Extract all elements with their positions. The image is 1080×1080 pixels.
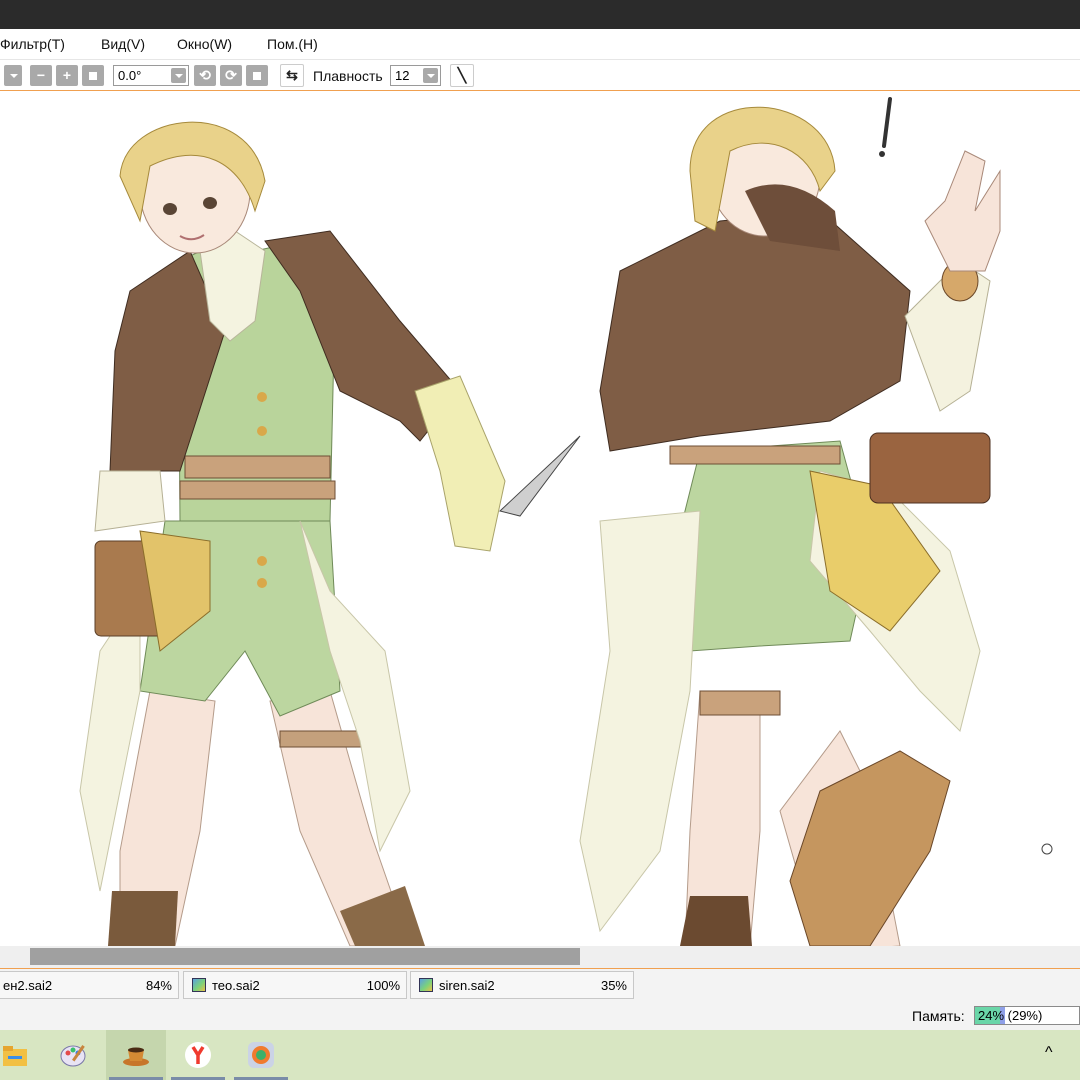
- menu-bar: Фильтр(T) Вид(V) Окно(W) Пом.(H): [0, 29, 1080, 60]
- back-view-figure: [579, 97, 1001, 946]
- document-file-icon: [192, 978, 206, 992]
- menu-help[interactable]: Пом.(H): [267, 36, 318, 52]
- drawing-canvas[interactable]: [0, 91, 1080, 946]
- document-zoom: 100%: [366, 978, 400, 993]
- memory-label: Память:: [912, 1008, 965, 1024]
- taskbar-paint[interactable]: [44, 1030, 104, 1080]
- horizontal-scrollbar-thumb[interactable]: [30, 948, 580, 965]
- document-name: ен2.sai2: [3, 978, 53, 993]
- smoothing-dropdown-icon[interactable]: [423, 68, 438, 83]
- browser-app-icon: [248, 1042, 274, 1068]
- taskbar-browser[interactable]: [231, 1030, 291, 1080]
- paint-palette-icon: [60, 1045, 86, 1067]
- horizontal-scrollbar[interactable]: [0, 946, 1080, 969]
- yandex-browser-icon: [185, 1042, 211, 1068]
- flip-horizontal-button[interactable]: ⇆: [280, 64, 304, 87]
- status-bar: Память: 24% (29%): [0, 1003, 1080, 1030]
- document-tab[interactable]: ен2.sai2 84%: [0, 971, 179, 999]
- sai-coffee-cup-icon: [123, 1047, 149, 1066]
- document-zoom: 35%: [600, 978, 627, 993]
- document-name: тео.sai2: [212, 978, 260, 993]
- rotate-reset-button[interactable]: [246, 65, 268, 86]
- taskbar-file-explorer[interactable]: [0, 1030, 45, 1080]
- document-zoom: 84%: [145, 978, 172, 993]
- document-name: siren.sai2: [439, 978, 495, 993]
- menu-window[interactable]: Окно(W): [177, 36, 232, 52]
- file-explorer-icon: [3, 1046, 27, 1066]
- zoom-out-button[interactable]: −: [30, 65, 52, 86]
- smoothing-value: 12: [395, 68, 410, 83]
- smoothing-field[interactable]: 12: [390, 65, 441, 86]
- memory-meter: 24% (29%): [974, 1006, 1080, 1025]
- document-tab[interactable]: siren.sai2 35%: [410, 971, 634, 999]
- memory-text: 24% (29%): [978, 1008, 1043, 1023]
- document-tab[interactable]: тео.sai2 100%: [183, 971, 407, 999]
- zoom-dropdown-button[interactable]: [4, 65, 22, 86]
- rotation-value: 0.0°: [118, 68, 142, 83]
- brush-cursor-icon: [1041, 843, 1053, 855]
- rotate-ccw-button[interactable]: ⟲: [194, 65, 216, 86]
- document-tabs-bar: ен2.sai2 84% тео.sai2 100% siren.sai2 35…: [0, 969, 1080, 1003]
- menu-filter[interactable]: Фильтр(T): [0, 36, 65, 52]
- character-artwork: [79, 97, 1053, 946]
- rotation-field[interactable]: 0.0°: [113, 65, 189, 86]
- rotate-cw-button[interactable]: ⟳: [220, 65, 242, 86]
- tray-chevron-icon[interactable]: ^: [1045, 1044, 1053, 1062]
- taskbar: ^: [0, 1030, 1080, 1080]
- zoom-reset-button[interactable]: [82, 65, 104, 86]
- zoom-in-button[interactable]: +: [56, 65, 78, 86]
- rotation-dropdown-icon[interactable]: [171, 68, 186, 83]
- front-view-figure: [79, 121, 581, 946]
- title-bar: [0, 0, 1080, 29]
- document-file-icon: [419, 978, 433, 992]
- toolbar: − + 0.0° ⟲ ⟳ ⇆ Плавность 12 ╲: [0, 60, 1080, 91]
- taskbar-yandex[interactable]: [168, 1030, 228, 1080]
- menu-view[interactable]: Вид(V): [101, 36, 145, 52]
- straight-line-button[interactable]: ╲: [450, 64, 474, 87]
- smoothing-label: Плавность: [313, 68, 383, 84]
- taskbar-sai[interactable]: [106, 1030, 166, 1080]
